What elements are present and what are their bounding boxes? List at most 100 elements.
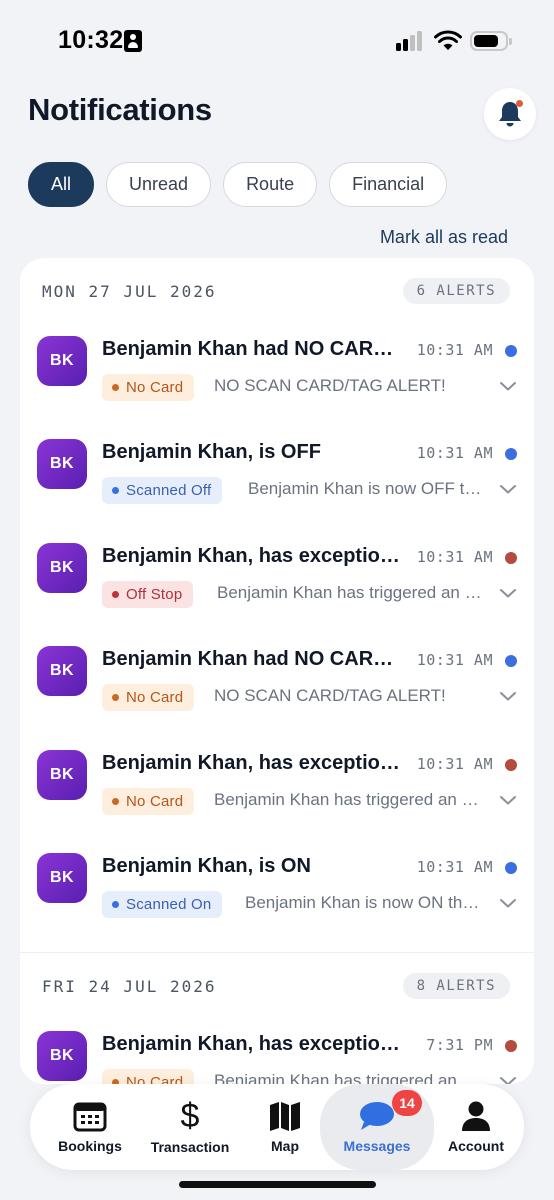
status-dot <box>505 1040 517 1053</box>
mark-all-read-link[interactable]: Mark all as read <box>380 227 508 248</box>
section-date: FRI 24 JUL 2026 <box>42 977 217 997</box>
notification-title: Benjamin Khan, has exception alert <box>102 544 402 567</box>
notification-preview: Benjamin Khan has triggered an alert <box>214 1071 482 1084</box>
notification-time: 10:31 AM <box>416 444 493 463</box>
section-date: MON 27 JUL 2026 <box>42 282 217 301</box>
notification-item[interactable]: BK Benjamin Khan, has exception alert 10:3… <box>20 531 534 634</box>
tag-label: Scanned On <box>126 895 212 913</box>
tag-dot <box>112 590 119 598</box>
tab-messages[interactable]: Messages 14 <box>320 1084 434 1170</box>
battery-icon <box>470 31 512 51</box>
map-icon <box>270 1102 300 1131</box>
notifications-bell-button[interactable] <box>484 88 536 140</box>
wifi-icon <box>434 30 462 50</box>
tag-label: No Card <box>126 379 184 396</box>
notification-title: Benjamin Khan, has exception alert <box>102 751 402 774</box>
status-tag: Scanned Off <box>102 477 223 505</box>
status-dot <box>505 448 517 461</box>
unread-count-badge: 14 <box>392 1090 422 1116</box>
status-bar: 10:32 <box>0 0 554 80</box>
notification-preview: NO SCAN CARD/TAG ALERT! <box>214 376 446 395</box>
status-time: 10:32 <box>58 26 124 54</box>
chevron-down-icon[interactable] <box>499 897 517 909</box>
notification-time: 10:31 AM <box>416 857 493 876</box>
alerts-count-badge: 8 ALERTS <box>402 973 510 1000</box>
notification-title: Benjamin Khan had NO CARD SCAN <box>102 648 402 671</box>
notification-item[interactable]: BK Benjamin Khan, has exception alert 7:31… <box>20 1019 534 1084</box>
tab-map[interactable]: Map <box>240 1084 330 1170</box>
section-header: MON 27 JUL 2026 6 ALERTS <box>20 258 534 324</box>
tag-label: Off Stop <box>126 585 183 603</box>
tab-label: Account <box>448 1138 504 1154</box>
status-tag: Scanned On <box>102 890 223 918</box>
notification-title: Benjamin Khan had NO CARD SCAN <box>102 338 402 360</box>
avatar: BK <box>37 749 87 800</box>
chevron-down-icon[interactable] <box>499 587 517 599</box>
chat-icon <box>360 1102 394 1130</box>
cellular-signal-icon <box>396 31 424 51</box>
tab-transaction[interactable]: $ Transaction <box>140 1084 240 1170</box>
filter-all[interactable]: All <box>28 162 95 207</box>
status-tag: No Card <box>102 787 195 815</box>
unread-indicator-dot <box>516 100 523 107</box>
notification-item[interactable]: BK Benjamin Khan had NO CARD SCAN 10:31 AM… <box>20 324 534 427</box>
status-tag: No Card <box>102 684 195 712</box>
home-indicator <box>179 1181 376 1188</box>
alerts-count-badge: 6 ALERTS <box>402 278 510 304</box>
notification-preview: Benjamin Khan is now ON the bus <box>245 892 482 912</box>
status-dot <box>505 655 517 668</box>
contact-card-icon <box>124 30 142 52</box>
status-dot <box>505 758 517 771</box>
tag-label: Scanned Off <box>126 482 212 500</box>
status-tag: Off Stop <box>102 580 194 608</box>
tag-dot <box>112 384 119 391</box>
tab-account[interactable]: Account <box>434 1084 518 1170</box>
person-icon <box>462 1101 490 1131</box>
page-title: Notifications <box>28 92 212 127</box>
chevron-down-icon[interactable] <box>499 380 517 392</box>
notification-preview: Benjamin Khan is now OFF the bus <box>248 479 482 499</box>
avatar: BK <box>37 336 87 386</box>
tag-dot <box>112 797 119 805</box>
avatar: BK <box>37 542 87 593</box>
status-dot <box>505 551 517 564</box>
notification-time: 7:31 PM <box>426 1036 493 1055</box>
notification-time: 10:31 AM <box>416 547 493 566</box>
tab-label: Bookings <box>58 1138 122 1154</box>
notification-title: Benjamin Khan, is ON <box>102 854 311 877</box>
filter-unread[interactable]: Unread <box>106 162 212 207</box>
tag-dot <box>112 487 119 495</box>
chevron-down-icon[interactable] <box>499 794 517 806</box>
tab-bookings[interactable]: Bookings <box>40 1084 140 1170</box>
tab-label: Messages <box>343 1138 411 1154</box>
status-dot <box>505 861 517 874</box>
notification-item[interactable]: BK Benjamin Khan had NO CARD SCAN 10:31 AM… <box>20 634 534 737</box>
filter-route[interactable]: Route <box>223 162 318 207</box>
tag-label: No Card <box>126 1074 184 1084</box>
notification-time: 10:31 AM <box>416 341 493 359</box>
filter-chips: All Unread Route Financial <box>28 162 448 207</box>
notification-title: Benjamin Khan, has exception alert <box>102 1033 402 1056</box>
notification-preview: Benjamin Khan has triggered an alert <box>217 582 482 602</box>
notification-title: Benjamin Khan, is OFF <box>102 441 321 464</box>
notification-item[interactable]: BK Benjamin Khan, has exception alert 10:3… <box>20 738 534 841</box>
notification-item[interactable]: BK Benjamin Khan, is OFF 10:31 AM Scanned O… <box>20 427 534 530</box>
status-tag: No Card <box>102 374 195 401</box>
notification-item[interactable]: BK Benjamin Khan, is ON 10:31 AM Scanned On… <box>20 841 534 944</box>
calendar-icon <box>73 1102 107 1132</box>
avatar: BK <box>37 1031 87 1082</box>
tag-dot <box>112 900 119 908</box>
tag-label: No Card <box>126 792 184 810</box>
notifications-list: MON 27 JUL 2026 6 ALERTS BK Benjamin Khan h… <box>20 258 534 1084</box>
notification-preview: NO SCAN CARD/TAG ALERT! <box>214 686 446 706</box>
chevron-down-icon[interactable] <box>499 483 517 495</box>
chevron-down-icon[interactable] <box>499 1075 517 1084</box>
avatar: BK <box>37 852 87 903</box>
notification-time: 10:31 AM <box>416 754 493 773</box>
notification-preview: Benjamin Khan has triggered an alert <box>214 789 482 809</box>
tag-dot <box>112 694 119 702</box>
chevron-down-icon[interactable] <box>499 690 517 702</box>
tab-label: Transaction <box>150 1139 230 1155</box>
filter-financial[interactable]: Financial <box>329 162 448 207</box>
notification-time: 10:31 AM <box>416 651 493 670</box>
